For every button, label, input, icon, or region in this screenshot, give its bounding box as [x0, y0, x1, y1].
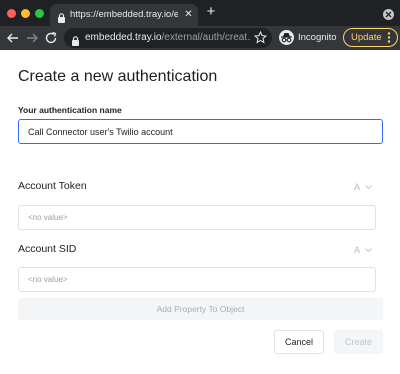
back-button[interactable]	[6, 31, 20, 45]
arrow-left-icon	[7, 33, 18, 43]
type-letter: A	[354, 182, 361, 192]
forward-button[interactable]	[25, 31, 39, 45]
account-token-type-picker[interactable]: A	[351, 180, 377, 194]
address-bar[interactable]: embedded.tray.io/external/auth/creat…	[64, 28, 272, 48]
add-property-button[interactable]: Add Property To Object	[18, 298, 383, 320]
lock-icon	[71, 33, 80, 46]
close-window-button[interactable]	[7, 9, 16, 18]
account-sid-input[interactable]	[18, 267, 376, 292]
arrow-right-icon	[27, 33, 38, 43]
url-host: embedded.tray.io	[85, 32, 162, 43]
more-vertical-icon	[387, 32, 391, 43]
account-sid-label: Account SID	[18, 243, 77, 255]
cancel-button[interactable]: Cancel	[274, 330, 324, 354]
reload-icon	[45, 31, 57, 44]
lock-icon	[57, 10, 66, 23]
auth-name-label: Your authentication name	[18, 105, 122, 115]
browser-tab[interactable]: https://embedded.tray.io/exter ✕	[50, 4, 198, 26]
browser-toolbar: embedded.tray.io/external/auth/creat… In…	[0, 26, 400, 50]
new-tab-button[interactable]: +	[204, 4, 218, 20]
close-tab-icon[interactable]: ✕	[183, 9, 194, 20]
maximize-window-button[interactable]	[35, 9, 44, 18]
url-path: /external/auth/creat…	[161, 32, 251, 43]
account-sid-type-picker[interactable]: A	[351, 243, 377, 257]
reload-button[interactable]	[44, 31, 58, 45]
auth-name-input[interactable]	[18, 119, 383, 144]
tab-title: https://embedded.tray.io/exter	[70, 9, 178, 20]
account-token-input[interactable]	[18, 205, 376, 230]
browser-tab-bar: https://embedded.tray.io/exter ✕ +	[0, 0, 400, 26]
chevron-down-icon	[365, 185, 372, 190]
update-label: Update	[351, 32, 382, 43]
minimize-window-button[interactable]	[21, 9, 30, 18]
page-title: Create a new authentication	[18, 68, 218, 85]
account-token-label: Account Token	[18, 180, 87, 192]
update-button[interactable]: Update	[343, 28, 398, 47]
chevron-down-icon	[365, 248, 372, 253]
star-icon[interactable]	[253, 30, 268, 44]
tab-search-icon[interactable]	[383, 9, 394, 20]
create-button[interactable]: Create	[334, 330, 383, 354]
type-letter: A	[354, 245, 361, 255]
incognito-icon[interactable]	[279, 30, 294, 45]
incognito-label: Incognito	[298, 32, 337, 43]
url-text: embedded.tray.io/external/auth/creat…	[85, 32, 251, 45]
